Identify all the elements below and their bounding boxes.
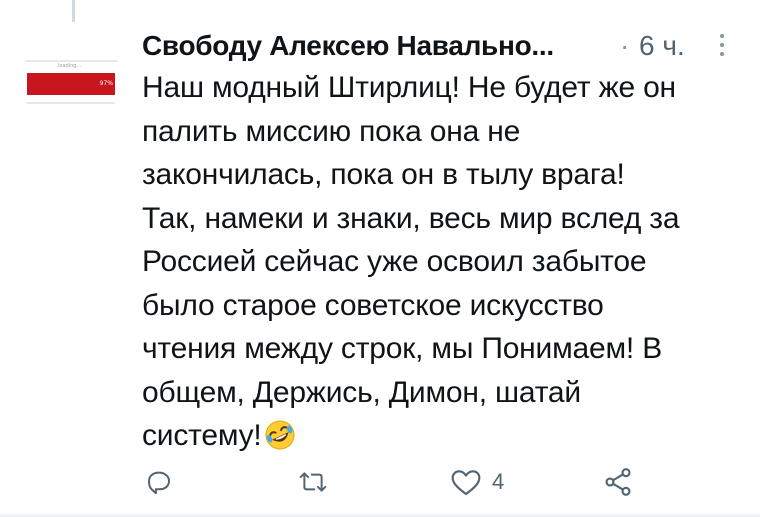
- avatar[interactable]: loading... 97%: [21, 30, 121, 130]
- heart-icon: [451, 470, 481, 496]
- tweet-text-last-line: систему!: [142, 414, 742, 464]
- rolling-on-the-floor-laughing-icon: [264, 419, 296, 464]
- avatar-progress-bar: 97%: [27, 73, 115, 95]
- like-count: 4: [492, 469, 505, 494]
- thread-connector-line: [72, 0, 75, 22]
- avatar-progress-label: 97%: [99, 80, 113, 87]
- tweet-text-line: Россией сейчас уже освоил забытое: [142, 245, 647, 278]
- tweet-actions-bar: 4: [0, 460, 760, 504]
- bottom-divider: [0, 512, 760, 517]
- tweet-text-line: чтения между строк, мы Понимаем! В: [142, 332, 663, 365]
- tweet-timestamp[interactable]: 6 ч.: [639, 30, 685, 62]
- tweet-text-line: Так, намеки и знаки, весь мир вслед за: [142, 201, 680, 235]
- tweet-header: Свободу Алексею Навально... · 6 ч.: [142, 18, 740, 68]
- avatar-loading-text: loading...: [58, 63, 82, 69]
- like-button[interactable]: 4: [450, 460, 504, 504]
- tweet-text-line: палить миссию пока она не: [142, 114, 521, 148]
- author-name[interactable]: Свободу Алексею Навально...: [142, 30, 554, 62]
- avatar-band-bottom: [21, 102, 121, 104]
- reply-button[interactable]: [144, 460, 174, 504]
- more-options-icon[interactable]: [718, 34, 726, 58]
- share-icon: [605, 468, 631, 496]
- tweet-text-line: Наш модный Штирлиц! Не будет же он: [142, 71, 676, 104]
- header-separator: ·: [620, 30, 630, 61]
- reply-icon: [148, 471, 170, 495]
- avatar-band-top: [21, 60, 121, 62]
- tweet-text-line: общем, Держись, Димон, шатай: [142, 375, 581, 409]
- tweet-text-line: систему!: [142, 419, 262, 452]
- tweet-text-line: закончилась, пока он в тылу врага!: [142, 158, 625, 191]
- share-button[interactable]: [602, 460, 634, 504]
- retweet-icon: [299, 472, 327, 492]
- retweet-button[interactable]: [297, 460, 329, 504]
- tweet-text: Наш модный Штирлиц! Не будет же он палит…: [142, 66, 742, 464]
- tweet-text-line: было старое советское искусство: [142, 288, 604, 322]
